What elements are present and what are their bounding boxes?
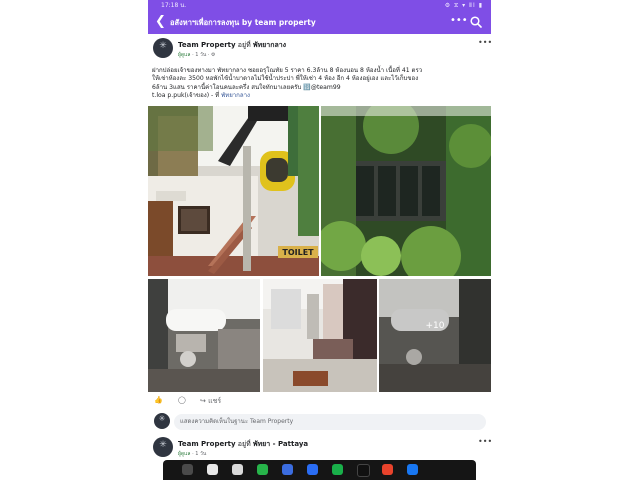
comment-composer: แสดงความคิดเห็นในฐานะ Team Property <box>148 410 491 434</box>
commenter-avatar <box>154 413 170 429</box>
facebook-icon[interactable] <box>407 464 418 475</box>
next-location-prefix: อยู่ที่ <box>237 440 251 448</box>
share-icon: ↪ <box>200 397 206 405</box>
post-time[interactable]: 1 วัน <box>195 52 206 58</box>
browser-icon[interactable] <box>307 464 318 475</box>
post-meta: ผู้ดูแล · 1 วัน · ⚙ <box>178 51 216 59</box>
next-post-meta: ผู้ดูแล · 1 วัน <box>178 450 206 458</box>
like-icon[interactable]: 👍 <box>154 396 163 404</box>
search-icon[interactable] <box>470 16 482 28</box>
comment-input[interactable]: แสดงความคิดเห็นในฐานะ Team Property <box>174 414 486 430</box>
next-post-time[interactable]: 1 วัน <box>195 451 206 457</box>
post-location[interactable]: พัทยากลาง <box>253 41 286 49</box>
status-icons: ⚙ ⧖ ▾ ⅡⅠ ▮ <box>444 2 483 9</box>
photo-grid: TOILET +10 <box>148 106 491 392</box>
more-photos-count: +10 <box>425 321 445 331</box>
admin-badge: ผู้ดูแล <box>178 52 191 58</box>
post-text-line: 6ล้าน 3แสน ราคานี้ค่าโอนคนละครึ่ง สนใจทั… <box>152 83 341 91</box>
next-post-avatar[interactable] <box>153 437 173 457</box>
post-card: Team Property อยู่ที่ พัทยากลาง ผู้ดูแล … <box>148 34 491 434</box>
photo-exterior-stairs[interactable]: TOILET <box>148 106 319 276</box>
meta-separator: · <box>192 451 194 457</box>
taskbar <box>163 460 476 480</box>
next-post-author[interactable]: Team Property <box>178 440 236 448</box>
location-prefix: อยู่ที่ <box>237 41 251 49</box>
photo-exterior-image: TOILET <box>148 106 319 276</box>
line-chat-icon[interactable] <box>332 464 343 475</box>
tiktok-icon[interactable] <box>357 464 370 477</box>
chrome-icon[interactable] <box>382 464 393 475</box>
more-options-icon[interactable]: ••• <box>450 15 468 26</box>
share-label: แชร์ <box>208 397 222 405</box>
meta-separator: · <box>192 52 194 58</box>
group-header: ❮ อสังหาฯเพื่อการลงทุน by team property … <box>148 11 491 34</box>
comment-icon[interactable]: ◯ <box>178 396 186 404</box>
back-icon[interactable]: ❮ <box>155 14 166 29</box>
photo-bedroom[interactable] <box>263 279 377 392</box>
photo-garden-image <box>321 106 491 276</box>
post-author-line: Team Property อยู่ที่ พัทยากลาง <box>178 40 286 51</box>
meta-separator: · <box>207 52 210 58</box>
gallery-icon[interactable] <box>207 464 218 475</box>
toilet-sign: TOILET <box>282 248 314 257</box>
next-post-author-line: Team Property อยู่ที่ พัทยา - Pattaya <box>178 439 308 450</box>
app-grid-icon[interactable] <box>182 464 193 475</box>
messages-icon[interactable] <box>282 464 293 475</box>
next-post-more-icon[interactable]: ••• <box>478 437 491 446</box>
post-text: ฝากปล่อยเจ้าของทางมา พัทยากลาง ซอยอรุโณท… <box>152 67 487 101</box>
next-post-location[interactable]: พัทยา - Pattaya <box>253 440 308 448</box>
share-button[interactable]: ↪ แชร์ <box>200 396 221 407</box>
status-bar: 17:18 น. ⚙ ⧖ ▾ ⅡⅠ ▮ <box>148 0 491 11</box>
line-icon[interactable] <box>257 464 268 475</box>
photo-bathroom-2-image <box>379 279 491 392</box>
photo-bathroom-image <box>148 279 260 392</box>
post-text-credit: t.loa p.puk(เจ้าของ) - ที่ <box>152 92 220 100</box>
photo-bathroom-1[interactable] <box>148 279 260 392</box>
status-time: 17:18 น. <box>161 2 187 9</box>
photo-bedroom-image <box>263 279 377 392</box>
group-title: อสังหาฯเพื่อการลงทุน by team property <box>170 18 316 27</box>
camera-icon[interactable] <box>232 464 243 475</box>
post-more-icon[interactable]: ••• <box>478 38 491 47</box>
next-admin-badge: ผู้ดูแล <box>178 451 191 457</box>
phone-screen: 17:18 น. ⚙ ⧖ ▾ ⅡⅠ ▮ ❮ อสังหาฯเพื่อการลงท… <box>148 0 491 480</box>
post-text-line: ให้เช่าห้องละ 3500 หอพักไข้น้ำบาดาลไม่ใช… <box>152 75 419 83</box>
avatar[interactable] <box>153 38 173 58</box>
photo-bathroom-2-more[interactable]: +10 <box>379 279 491 392</box>
post-author[interactable]: Team Property <box>178 41 236 49</box>
photo-garden-window[interactable] <box>321 106 491 276</box>
post-text-line: t.loa p.puk(เจ้าของ) - ที่ พัทยากลาง <box>152 92 487 100</box>
location-tag[interactable]: พัทยากลาง <box>221 92 250 99</box>
group-privacy-icon: ⚙ <box>211 52 216 58</box>
